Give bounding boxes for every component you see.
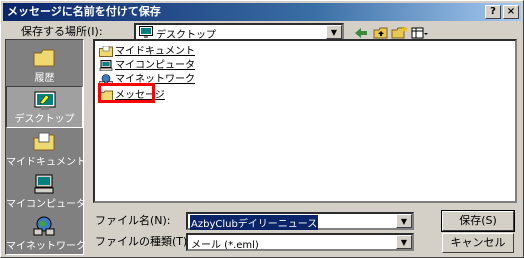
filetype-label: ファイルの種類(T): <box>95 235 192 248</box>
title-bar: メッセージに名前を付けて保存 ? × <box>3 3 521 21</box>
file-list[interactable]: マイドキュメント マイコンピュータ マイネットワーク メッセージ <box>93 39 517 203</box>
filename-input[interactable]: AzbyClubデイリーニュース ▼ <box>186 212 414 230</box>
save-dialog: メッセージに名前を付けて保存 ? × 保存する場所(I): デスクトップ ▼ 履… <box>0 0 524 258</box>
desktop-icon <box>34 91 56 111</box>
list-item[interactable]: マイコンピュータ <box>99 59 195 72</box>
place-label: デスクトップ <box>14 114 75 125</box>
place-label: マイドキュメント <box>6 157 86 168</box>
place-my-documents[interactable]: マイドキュメント <box>6 128 86 170</box>
cancel-button[interactable]: キャンセル <box>442 233 514 253</box>
place-label: マイコンピュータ <box>6 199 86 210</box>
place-label: 履歴 <box>34 73 55 84</box>
desktop-small-icon <box>139 26 153 38</box>
filename-label: ファイル名(N): <box>95 214 171 227</box>
place-my-network[interactable]: マイネットワーク <box>6 212 86 254</box>
list-item[interactable]: マイドキュメント <box>99 45 195 58</box>
place-my-computer[interactable]: マイコンピュータ <box>6 170 86 212</box>
close-button[interactable]: × <box>503 5 519 19</box>
highlight-box <box>98 83 155 103</box>
place-label: マイネットワーク <box>6 241 86 252</box>
window-title: メッセージに名前を付けて保存 <box>7 5 161 18</box>
computer-icon <box>33 174 55 194</box>
place-recent[interactable]: 履歴 <box>6 44 83 86</box>
computer-icon <box>99 59 113 71</box>
location-label: 保存する場所(I): <box>21 25 103 38</box>
help-button[interactable]: ? <box>485 5 501 19</box>
places-bar: 履歴 デスクトップ マイドキュメント マイコンピュータ マイネットワーク <box>5 39 86 255</box>
filetype-select[interactable]: メール (*.eml) ▼ <box>186 233 414 251</box>
chevron-down-icon[interactable]: ▼ <box>326 25 342 39</box>
chevron-down-icon[interactable]: ▼ <box>396 235 412 249</box>
network-icon <box>33 216 55 236</box>
documents-folder-icon <box>99 45 113 57</box>
documents-folder-icon <box>33 132 55 152</box>
chevron-down-icon[interactable]: ▼ <box>396 214 412 228</box>
filename-value: AzbyClubデイリーニュース <box>190 215 319 230</box>
filetype-value: メール (*.eml) <box>191 240 259 251</box>
history-folder-icon <box>33 48 55 68</box>
save-button[interactable]: 保存(S) <box>441 210 515 232</box>
place-desktop[interactable]: デスクトップ <box>6 86 83 128</box>
